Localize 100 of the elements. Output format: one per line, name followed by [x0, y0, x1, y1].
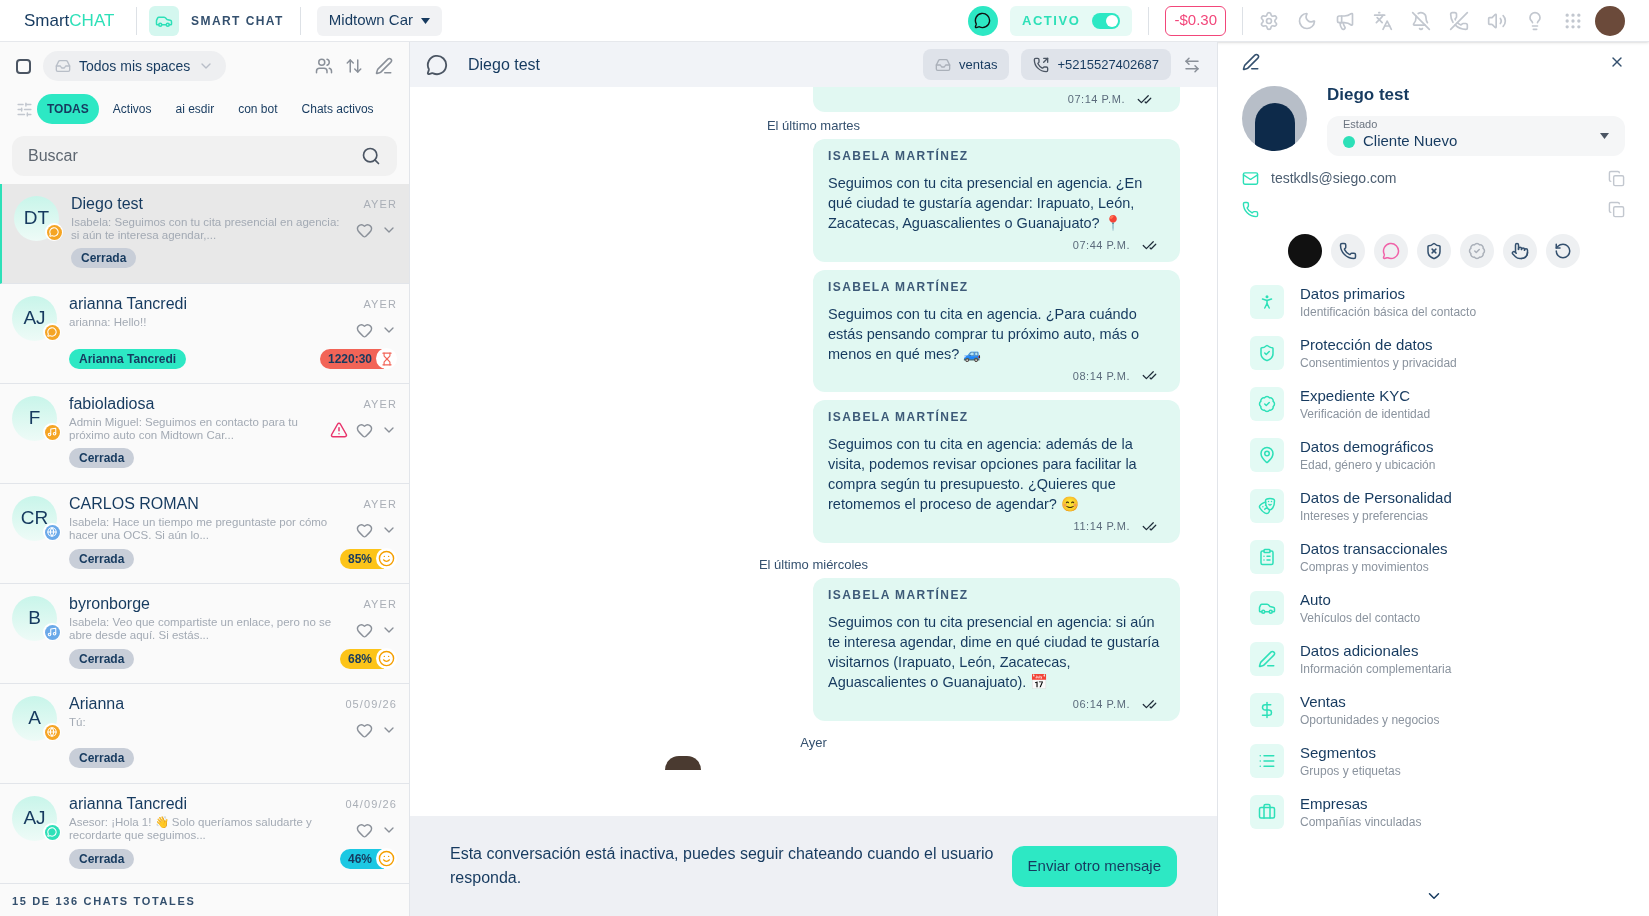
- phone-icon[interactable]: [1330, 233, 1365, 268]
- phone-chip[interactable]: +5215527402687: [1021, 49, 1171, 80]
- hourglass-icon: [379, 351, 394, 366]
- chat-time: 04/09/26: [345, 797, 397, 812]
- message-author: ISABELA MARTÍNEZ: [828, 586, 970, 604]
- heart-icon[interactable]: [356, 421, 373, 439]
- status-tag: Cerrada: [69, 848, 135, 869]
- chat-list-item[interactable]: DT Diego test AYER Isabela: Seguimos con tu cita presencial en agencia: si aún te interesa agendar,... Cerrada: [0, 184, 409, 284]
- copy-icon[interactable]: [1608, 169, 1625, 187]
- profile-section[interactable]: Datos transaccionales Compras y movimientos: [1250, 538, 1625, 576]
- contact-email: testkdls@siego.com: [1271, 168, 1398, 188]
- profile-section[interactable]: Datos primarios Identificación básica del contacto: [1250, 283, 1625, 321]
- balance-badge: -$0.30: [1165, 5, 1226, 36]
- smiley-icon: [378, 650, 395, 667]
- smiley-icon: [378, 850, 395, 867]
- logo: SmartCHAT: [24, 9, 116, 32]
- profile-section[interactable]: Segmentos Grupos y etiquetas: [1250, 742, 1625, 780]
- heart-icon[interactable]: [356, 321, 373, 339]
- hand-pointer-icon[interactable]: [1502, 233, 1537, 268]
- caret-icon: [421, 17, 431, 24]
- search-field[interactable]: Buscar: [12, 136, 397, 176]
- message-text: Seguimos con tu cita en agencia. ¿Para cuándo estás pensando comprar tu próximo auto, más o menos en qué mes? 🚙: [828, 304, 1141, 364]
- masks-icon: [1250, 489, 1284, 523]
- heart-icon[interactable]: [356, 621, 373, 639]
- profile-section[interactable]: Auto Vehículos del contacto: [1250, 589, 1625, 627]
- bell-off-icon[interactable]: [1411, 10, 1431, 31]
- profile-section[interactable]: Datos adicionales Información complementaria: [1250, 640, 1625, 678]
- workspace-dropdown[interactable]: Midtown Car: [316, 5, 443, 36]
- contact-name: Diego test: [71, 194, 144, 214]
- contact-name: byronborge: [69, 594, 150, 614]
- filter-tab[interactable]: ai esdir: [165, 94, 225, 124]
- filter-tab[interactable]: con bot: [228, 94, 288, 124]
- copy-icon[interactable]: [1608, 200, 1625, 218]
- message-time: 06:14 P.M.: [1072, 697, 1130, 712]
- avatar-initials: AJ: [12, 296, 57, 341]
- avatar-initials: AJ: [12, 796, 57, 841]
- translate-icon[interactable]: [1373, 10, 1393, 31]
- user-avatar[interactable]: [1595, 5, 1625, 36]
- contact-name: Arianna: [69, 694, 125, 714]
- conversation-title: Diego test: [468, 54, 541, 75]
- send-message-button[interactable]: Enviar otro mensaje: [1011, 845, 1177, 887]
- status-select[interactable]: Estado Cliente Nuevo: [1327, 115, 1625, 156]
- filter-tab[interactable]: TODAS: [37, 94, 99, 124]
- date-separator: El último miércoles: [758, 555, 869, 574]
- profile-section[interactable]: Datos demográficos Edad, género y ubicación: [1250, 436, 1625, 474]
- dark-circle-button[interactable]: [1287, 233, 1322, 268]
- chat-time: AYER: [363, 397, 397, 412]
- profile-section[interactable]: Ventas Oportunidades y negocios: [1250, 691, 1625, 729]
- settings-icon[interactable]: [1259, 10, 1279, 31]
- dollar-icon: [1250, 693, 1284, 727]
- status-tag: Arianna Tancredi: [69, 348, 187, 369]
- message-preview: Isabela: Seguimos con tu cita presencial en agencia: si aún te interesa agendar,...: [71, 216, 341, 243]
- message-preview: Isabela: Hace un tiempo me preguntaste por cómo hacer una OCS. Si aún lo...: [69, 516, 329, 543]
- heart-icon[interactable]: [356, 521, 373, 539]
- transfer-icon[interactable]: [1183, 55, 1201, 74]
- spaces-dropdown[interactable]: Todos mis spaces: [43, 51, 227, 81]
- heart-icon[interactable]: [356, 821, 373, 839]
- shield-x-icon[interactable]: [1416, 233, 1451, 268]
- message-preview: Isabela: Veo que compartiste un enlace, pero no se abre desde aquí. Si estás...: [69, 616, 333, 643]
- avatar-initials: DT: [14, 196, 59, 241]
- message-time: 11:14 P.M.: [1073, 519, 1130, 534]
- search-icon[interactable]: [361, 146, 381, 166]
- message-text: Seguimos con tu cita presencial en agencia: si aún te interesa agendar, dime en qué ciudad te gustaría visitarnos (Irapuato, León, Zacatecas, Aguascalientes o Guanajuato). 📅: [828, 613, 1161, 692]
- profile-section[interactable]: Protección de datos Consentimientos y privacidad: [1250, 334, 1625, 372]
- heart-icon[interactable]: [356, 221, 373, 239]
- filter-tab[interactable]: Chats activos: [291, 94, 384, 124]
- message-preview: Admin Miguel: Seguimos en contacto para tu próximo auto con Midtown Car...: [69, 416, 299, 443]
- volume-icon[interactable]: [1487, 10, 1507, 31]
- badge-check-icon[interactable]: [1459, 233, 1494, 268]
- phone-icon: [1242, 200, 1259, 218]
- message-author: ISABELA MARTÍNEZ: [828, 147, 970, 165]
- avatar-initials: CR: [12, 496, 57, 541]
- undo-icon[interactable]: [1545, 233, 1580, 268]
- date-separator: Ayer: [800, 733, 827, 752]
- app-label: SMART CHAT: [191, 12, 284, 30]
- phone-off-icon[interactable]: [1449, 10, 1469, 31]
- chat-count: 15 DE 136 CHATS TOTALES: [11, 893, 197, 909]
- filter-tab[interactable]: Activos: [102, 94, 162, 124]
- chat-bubble-icon[interactable]: [967, 5, 998, 36]
- profile-section[interactable]: Datos de Personalidad Intereses y preferencias: [1250, 487, 1625, 525]
- status-tag: Cerrada: [69, 548, 135, 569]
- users-icon[interactable]: [315, 57, 333, 75]
- moon-icon[interactable]: [1297, 10, 1317, 31]
- filter-icon[interactable]: [16, 100, 33, 118]
- select-all-checkbox[interactable]: [16, 58, 31, 74]
- car-icon: [1250, 591, 1284, 625]
- chat-bubble-icon: [426, 53, 448, 76]
- sort-icon[interactable]: [345, 57, 363, 75]
- chat-time: 05/09/26: [345, 697, 397, 712]
- profile-section[interactable]: Expediente KYC Verificación de identidad: [1250, 385, 1625, 423]
- profile-section[interactable]: Empresas Compañías vinculadas: [1250, 793, 1625, 831]
- space-chip[interactable]: ventas: [923, 49, 1010, 80]
- status-tag: Cerrada: [69, 448, 135, 468]
- megaphone-icon[interactable]: [1335, 10, 1355, 31]
- compose-icon[interactable]: [375, 57, 393, 75]
- heart-icon[interactable]: [356, 721, 373, 739]
- inbox-tray-icon: [935, 56, 952, 73]
- contact-name: fabioladiosa: [69, 394, 155, 414]
- edit-icon[interactable]: [1242, 53, 1260, 71]
- briefcase-icon: [1250, 795, 1284, 829]
